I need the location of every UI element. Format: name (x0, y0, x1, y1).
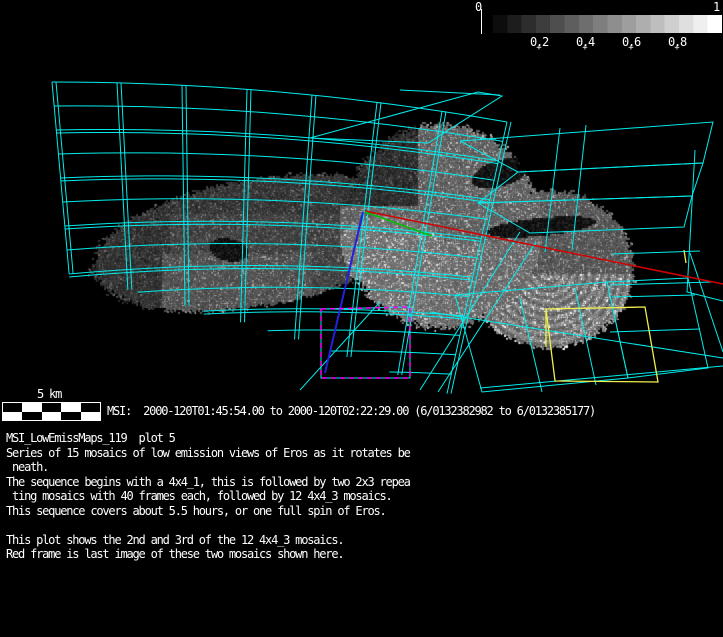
caption-line: neath. (6, 460, 410, 475)
colorbar-gradient (493, 15, 722, 33)
colorbar-zero-tick (481, 9, 482, 34)
colorbar-tick-mark: + (628, 44, 633, 52)
colorbar: 0 1 0.2 0.4 0.6 0.8 + + + + (470, 0, 723, 54)
scale-bar-label: 5 km (37, 387, 61, 401)
caption-title: MSI_LowEmissMaps_119 plot 5 (6, 431, 410, 446)
caption-line: ting mosaics with 40 frames each, follow… (6, 489, 410, 504)
msi-plot-window: { "colorbar": { "min_label": "0", "max_l… (0, 0, 723, 637)
render-viewport (0, 0, 723, 400)
caption-line: This plot shows the 2nd and 3rd of the 1… (6, 533, 410, 548)
caption-line: This sequence covers about 5.5 hours, or… (6, 504, 410, 519)
status-line: MSI: 2000-120T01:45:54.00 to 2000-120T02… (107, 404, 595, 418)
caption-line: Series of 15 mosaics of low emission vie… (6, 446, 410, 461)
scale-bar (2, 402, 101, 421)
mosaic-wireframe-overlay (0, 0, 723, 400)
colorbar-tick-mark: + (536, 44, 541, 52)
caption-line: Red frame is last image of these two mos… (6, 547, 410, 562)
caption: MSI_LowEmissMaps_119 plot 5 Series of 15… (6, 431, 410, 562)
caption-line (6, 518, 410, 533)
colorbar-tick-mark: + (674, 44, 679, 52)
colorbar-tick-mark: + (582, 44, 587, 52)
caption-line: The sequence begins with a 4x4_1, this i… (6, 475, 410, 490)
colorbar-max-label: 1 (713, 0, 719, 14)
